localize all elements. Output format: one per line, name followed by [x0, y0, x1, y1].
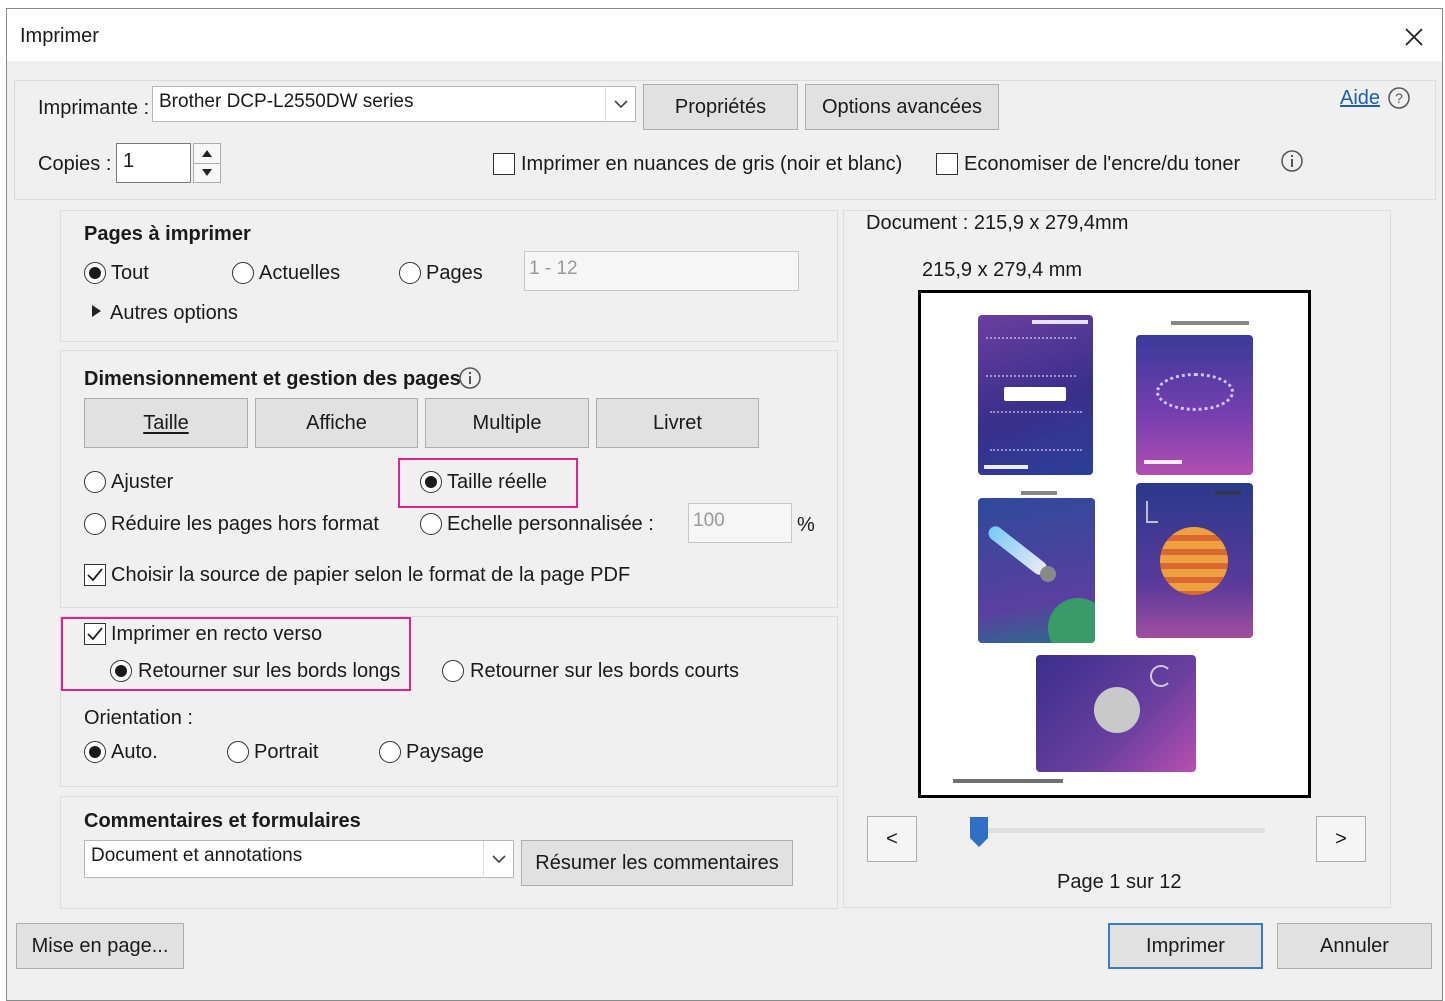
tab-size[interactable]: Taille	[84, 398, 248, 448]
pages-range-label: Pages	[426, 262, 483, 284]
pages-range-input[interactable]: 1 - 12	[524, 251, 799, 291]
orientation-label: Orientation :	[84, 707, 193, 729]
short-edge-label: Retourner sur les bords courts	[470, 660, 740, 682]
duplex-label: Imprimer en recto verso	[111, 623, 323, 645]
radio-pages-range[interactable]	[399, 262, 421, 284]
advanced-options-button[interactable]: Options avancées	[805, 84, 999, 130]
custom-scale-label: Echelle personnalisée :	[447, 513, 654, 535]
expand-triangle-icon[interactable]	[91, 304, 103, 318]
scale-input[interactable]: 100	[688, 503, 792, 543]
close-icon	[1405, 28, 1423, 46]
grayscale-checkbox[interactable]	[493, 153, 515, 175]
title-bar: Imprimer	[7, 9, 1442, 61]
actual-size-label: Taille réelle	[447, 471, 548, 493]
current-page-label: Actuelles	[259, 262, 341, 284]
checkmark-icon	[87, 627, 103, 641]
radio-orientation-portrait[interactable]	[227, 741, 249, 763]
tab-size-label: Taille	[143, 411, 189, 434]
page-size: 215,9 x 279,4 mm	[922, 259, 1083, 281]
shrink-label: Réduire les pages hors format	[111, 513, 379, 535]
more-options-toggle[interactable]: Autres options	[110, 302, 238, 325]
info-icon[interactable]	[1280, 149, 1304, 173]
preview-thumbnail	[1036, 655, 1196, 772]
chevron-down-icon	[605, 87, 635, 121]
orientation-portrait-label: Portrait	[254, 741, 319, 763]
document-size: Document : 215,9 x 279,4mm	[866, 212, 1129, 234]
down-arrow-icon[interactable]	[201, 168, 213, 178]
copies-input[interactable]: 1	[116, 143, 191, 183]
pages-heading: Pages à imprimer	[84, 223, 251, 245]
paper-source-checkbox[interactable]	[84, 564, 106, 586]
all-pages-label: Tout	[111, 262, 149, 284]
preview-thumbnail	[978, 498, 1095, 643]
printer-label: Imprimante :	[38, 97, 150, 119]
save-ink-label: Economiser de l'encre/du toner	[964, 153, 1241, 175]
save-ink-checkbox[interactable]	[936, 153, 958, 175]
radio-all-pages[interactable]	[84, 262, 106, 284]
radio-actual-size[interactable]	[420, 471, 442, 493]
pages-range-value: 1 - 12	[529, 258, 578, 279]
page-slider-thumb[interactable]	[969, 816, 989, 848]
copies-stepper[interactable]	[193, 143, 221, 183]
sizing-heading: Dimensionnement et gestion des pages	[84, 368, 461, 390]
print-button[interactable]: Imprimer	[1108, 923, 1263, 969]
radio-short-edge[interactable]	[442, 660, 464, 682]
duplex-checkbox[interactable]	[84, 623, 106, 645]
radio-fit[interactable]	[84, 471, 106, 493]
long-edge-label: Retourner sur les bords longs	[138, 660, 401, 682]
radio-custom-scale[interactable]	[420, 513, 442, 535]
radio-orientation-auto[interactable]	[84, 741, 106, 763]
properties-button[interactable]: Propriétés	[643, 84, 798, 130]
orientation-landscape-label: Paysage	[406, 741, 484, 763]
radio-shrink[interactable]	[84, 513, 106, 535]
scale-value: 100	[693, 510, 725, 531]
printer-select-value: Brother DCP-L2550DW series	[159, 91, 414, 112]
dialog-title: Imprimer	[20, 25, 99, 47]
radio-long-edge[interactable]	[110, 660, 132, 682]
orientation-auto-label: Auto.	[111, 741, 158, 763]
preview-thumbnail	[1136, 483, 1253, 638]
tab-booklet[interactable]: Livret	[596, 398, 759, 448]
chevron-down-icon	[483, 841, 513, 877]
page-setup-button[interactable]: Mise en page...	[16, 923, 184, 969]
tab-poster[interactable]: Affiche	[255, 398, 418, 448]
copies-value: 1	[123, 150, 135, 172]
copies-label: Copies :	[38, 153, 112, 175]
up-arrow-icon[interactable]	[201, 148, 213, 158]
preview-thumbnail	[1136, 335, 1253, 475]
page-slider-track[interactable]	[975, 828, 1265, 833]
comments-select[interactable]: Document et annotations	[84, 840, 514, 878]
radio-orientation-landscape[interactable]	[379, 741, 401, 763]
comments-select-value: Document et annotations	[91, 845, 303, 866]
radio-current-page[interactable]	[232, 262, 254, 284]
checkmark-icon	[87, 568, 103, 582]
tab-multiple[interactable]: Multiple	[425, 398, 589, 448]
summarize-comments-button[interactable]: Résumer les commentaires	[521, 840, 793, 886]
info-icon[interactable]	[458, 366, 482, 390]
comments-heading: Commentaires et formulaires	[84, 810, 361, 832]
prev-page-button[interactable]: <	[867, 816, 917, 862]
page-indicator: Page 1 sur 12	[1057, 871, 1182, 893]
cancel-button[interactable]: Annuler	[1277, 923, 1432, 969]
svg-text:?: ?	[1395, 90, 1403, 106]
fit-label: Ajuster	[111, 471, 174, 493]
preview-thumbnail	[978, 315, 1093, 475]
close-button[interactable]	[1396, 19, 1432, 55]
next-page-button[interactable]: >	[1316, 816, 1366, 862]
grayscale-label: Imprimer en nuances de gris (noir et bla…	[521, 153, 903, 175]
help-icon[interactable]: ?	[1387, 86, 1411, 110]
printer-select[interactable]: Brother DCP-L2550DW series	[152, 86, 636, 122]
percent-label: %	[797, 514, 815, 536]
paper-source-label: Choisir la source de papier selon le for…	[111, 564, 631, 586]
page-preview	[918, 290, 1311, 798]
help-link[interactable]: Aide	[1340, 87, 1380, 110]
